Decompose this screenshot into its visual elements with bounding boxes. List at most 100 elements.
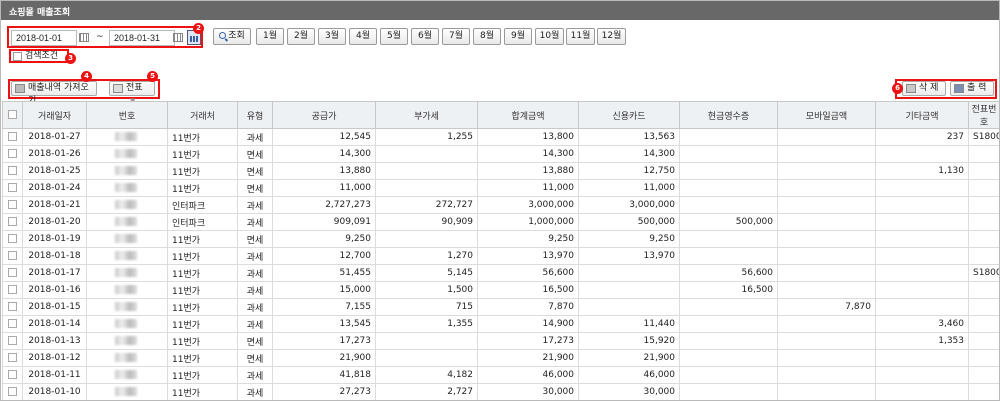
month-button[interactable]: 1월 xyxy=(256,28,284,45)
row-select-cell xyxy=(2,315,23,333)
print-button[interactable]: 출 력 xyxy=(950,81,994,96)
table-row[interactable]: 2018-01-21 인터파크 과세 2,727,273 272,727 3,000,00… xyxy=(2,196,999,214)
table-cell: 11,000 xyxy=(477,179,579,197)
voucher-dropdown[interactable]: 전표 ▼ xyxy=(109,81,155,105)
table-cell xyxy=(679,349,778,367)
table-cell xyxy=(875,383,969,400)
row-checkbox[interactable] xyxy=(8,200,17,209)
month-button[interactable]: 10월 xyxy=(535,28,564,45)
row-checkbox[interactable] xyxy=(8,132,17,141)
table-cell xyxy=(679,230,778,248)
table-row[interactable]: 2018-01-14 11번가 과세 13,545 1,355 14,900 11,440 3… xyxy=(2,315,999,333)
table-row[interactable]: 2018-01-13 11번가 면세 17,273 17,273 15,920 1,353 xyxy=(2,332,999,350)
table-cell: 41,818 xyxy=(272,366,376,384)
calendar-icon[interactable] xyxy=(173,33,183,42)
table-cell: 7,870 xyxy=(777,298,876,316)
column-header: 합계금액 xyxy=(477,101,579,129)
table-cell xyxy=(375,332,478,350)
table-cell: 4,182 xyxy=(375,366,478,384)
month-button[interactable]: 6월 xyxy=(411,28,439,45)
start-date-input[interactable] xyxy=(11,30,77,46)
select-all-checkbox[interactable] xyxy=(8,110,17,119)
table-row[interactable]: 2018-01-12 11번가 면세 21,900 21,900 21,900 xyxy=(2,349,999,367)
month-button[interactable]: 8월 xyxy=(473,28,501,45)
row-checkbox[interactable] xyxy=(8,149,17,158)
month-button[interactable]: 7월 xyxy=(442,28,470,45)
table-row[interactable]: 2018-01-10 11번가 과세 27,273 2,727 30,000 30,000 xyxy=(2,383,999,400)
table-cell: 17,273 xyxy=(477,332,579,350)
row-checkbox[interactable] xyxy=(8,353,17,362)
table-cell xyxy=(86,264,168,282)
row-checkbox[interactable] xyxy=(8,234,17,243)
row-checkbox[interactable] xyxy=(8,387,17,396)
month-button[interactable]: 11월 xyxy=(566,28,595,45)
table-cell: 90,909 xyxy=(375,213,478,231)
trash-icon xyxy=(906,84,916,93)
table-row[interactable]: 2018-01-15 11번가 과세 7,155 715 7,870 7,870 xyxy=(2,298,999,316)
import-sales-button[interactable]: 매출내역 가져오기 xyxy=(11,81,97,106)
redacted-number xyxy=(115,200,137,209)
table-cell xyxy=(375,179,478,197)
table-cell xyxy=(777,230,876,248)
table-cell: S1800150 xyxy=(968,128,999,146)
month-button[interactable]: 9월 xyxy=(504,28,532,45)
month-button[interactable]: 12월 xyxy=(597,28,626,45)
table-row[interactable]: 2018-01-17 11번가 과세 51,455 5,145 56,600 56,600 S… xyxy=(2,264,999,282)
search-button[interactable]: 조회 xyxy=(213,28,251,45)
sales-table: 거래일자 번호 거래처 유형 공급가 부가세 합계금액 신용카드 현금영수증 모바일금액 기타금액 전… xyxy=(2,101,999,400)
table-cell xyxy=(968,162,999,180)
table-cell: 11번가 xyxy=(167,128,238,146)
row-checkbox[interactable] xyxy=(8,166,17,175)
calendar-icon[interactable] xyxy=(79,33,89,42)
month-button[interactable]: 4월 xyxy=(349,28,377,45)
table-cell: 면세 xyxy=(237,145,273,163)
table-row[interactable]: 2018-01-20 인터파크 과세 909,091 90,909 1,000,000 50… xyxy=(2,213,999,231)
table-row[interactable]: 2018-01-24 11번가 면세 11,000 11,000 11,000 xyxy=(2,179,999,197)
table-cell: 1,500 xyxy=(375,281,478,299)
search-condition-toggle[interactable]: 검색조건 xyxy=(9,49,69,63)
table-row[interactable]: 2018-01-16 11번가 과세 15,000 1,500 16,500 16,500 xyxy=(2,281,999,299)
table-header: 거래일자 번호 거래처 유형 공급가 부가세 합계금액 신용카드 현금영수증 모바일금액 기타금액 전… xyxy=(2,101,999,129)
table-row[interactable]: 2018-01-19 11번가 면세 9,250 9,250 9,250 xyxy=(2,230,999,248)
table-cell xyxy=(875,196,969,214)
table-cell: 13,970 xyxy=(477,247,579,265)
row-checkbox[interactable] xyxy=(8,183,17,192)
table-row[interactable]: 2018-01-27 11번가 과세 12,545 1,255 13,800 13,563 2… xyxy=(2,128,999,146)
table-cell: 11번가 xyxy=(167,264,238,282)
table-cell: 30,000 xyxy=(477,383,579,400)
table-cell xyxy=(968,281,999,299)
table-row[interactable]: 2018-01-11 11번가 과세 41,818 4,182 46,000 46,000 xyxy=(2,366,999,384)
delete-button[interactable]: 삭 제 xyxy=(902,81,946,96)
table-body: 2018-01-27 11번가 과세 12,545 1,255 13,800 13,563 2… xyxy=(2,128,999,400)
month-button[interactable]: 2월 xyxy=(287,28,315,45)
search-label: 조회 xyxy=(228,31,245,41)
table-cell: 과세 xyxy=(237,315,273,333)
row-checkbox[interactable] xyxy=(8,251,17,260)
row-checkbox[interactable] xyxy=(8,285,17,294)
row-checkbox[interactable] xyxy=(8,217,17,226)
table-cell: 2018-01-14 xyxy=(22,315,87,333)
month-button[interactable]: 3월 xyxy=(318,28,346,45)
row-checkbox[interactable] xyxy=(8,302,17,311)
table-row[interactable]: 2018-01-26 11번가 면세 14,300 14,300 14,300 xyxy=(2,145,999,163)
table-row[interactable]: 2018-01-18 11번가 과세 12,700 1,270 13,970 13,970 xyxy=(2,247,999,265)
table-row[interactable]: 2018-01-25 11번가 면세 13,880 13,880 12,750 1,130 xyxy=(2,162,999,180)
end-date-input[interactable] xyxy=(109,30,175,46)
table-cell: 27,273 xyxy=(272,383,376,400)
table-cell: 11번가 xyxy=(167,281,238,299)
table-cell: 5,145 xyxy=(375,264,478,282)
table-cell: 9,250 xyxy=(272,230,376,248)
table-cell xyxy=(578,264,680,282)
row-checkbox[interactable] xyxy=(8,370,17,379)
month-button[interactable]: 5월 xyxy=(380,28,408,45)
row-checkbox[interactable] xyxy=(8,336,17,345)
row-checkbox[interactable] xyxy=(8,319,17,328)
row-checkbox[interactable] xyxy=(8,268,17,277)
table-cell: 2018-01-13 xyxy=(22,332,87,350)
table-cell xyxy=(86,179,168,197)
column-header: 전표번호 xyxy=(968,101,999,129)
column-header: 공급가 xyxy=(272,101,376,129)
table-cell xyxy=(968,213,999,231)
row-select-cell xyxy=(2,366,23,384)
search-condition-checkbox[interactable] xyxy=(13,52,22,61)
